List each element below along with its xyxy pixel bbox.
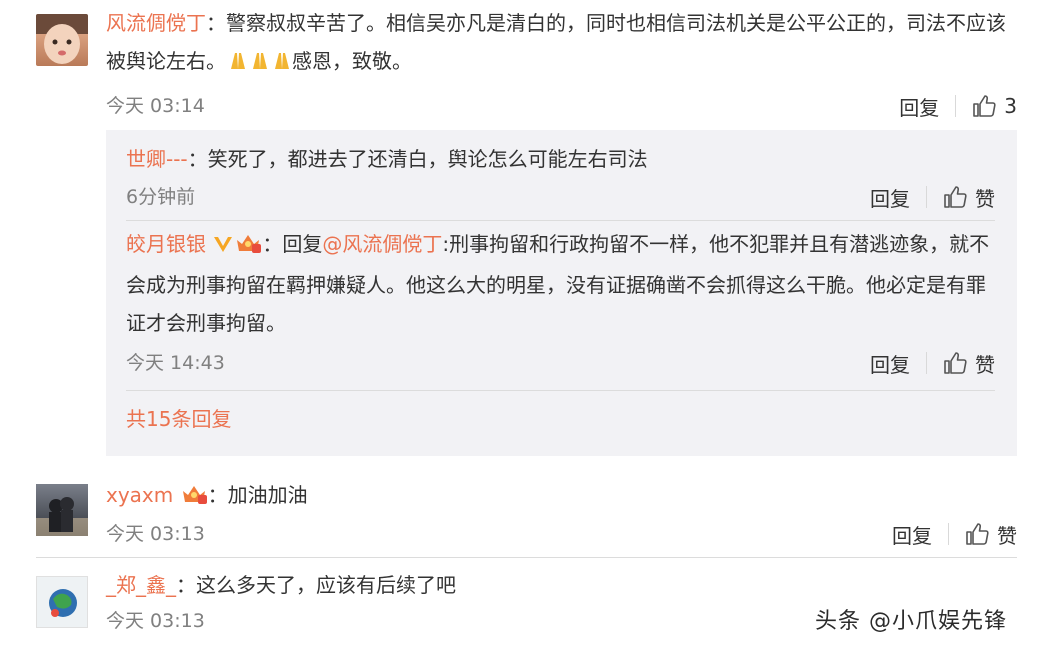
comment-text: xyaxm ：加油加油	[106, 476, 1017, 517]
pray-emoji-icon	[226, 45, 292, 83]
action-divider	[926, 186, 927, 208]
comment-divider	[36, 557, 1017, 558]
reply-prefix: ：回复	[262, 232, 323, 256]
verified-v-icon	[212, 228, 234, 266]
reply-item: 世卿---：笑死了，都进去了还清白，舆论怎么可能左右司法 6分钟前 回复 赞	[126, 130, 995, 212]
avatar[interactable]	[36, 576, 88, 628]
thumbs-up-icon	[944, 186, 967, 208]
reply-content: ：笑死了，都进去了还清白，舆论怎么可能左右司法	[187, 147, 648, 171]
mention-link[interactable]: @风流倜傥丁	[322, 232, 442, 256]
avatar[interactable]	[36, 14, 88, 66]
crown-badge-icon	[180, 479, 208, 517]
like-count: 3	[1004, 94, 1017, 118]
reply-thread: 世卿---：笑死了，都进去了还清白，舆论怎么可能左右司法 6分钟前 回复 赞 皎…	[106, 130, 1017, 456]
reply-button[interactable]: 回复	[892, 520, 932, 549]
comment-content: ：加油加油	[207, 483, 308, 507]
username-link[interactable]: 皎月银银	[126, 232, 206, 256]
username-link[interactable]: 世卿---	[126, 147, 188, 171]
avatar-globe-icon	[49, 589, 77, 617]
reply-actions: 回复 赞	[870, 348, 995, 378]
avatar-portrait-icon	[36, 14, 88, 64]
comment-text: 风流倜傥丁：警察叔叔辛苦了。相信吴亦凡是清白的，同时也相信司法机关是公平公正的，…	[106, 4, 1017, 83]
like-button[interactable]: 赞	[943, 349, 995, 378]
comment-content: ：这么多天了，应该有后续了吧	[176, 573, 456, 597]
reply-time: 今天 14:43	[126, 352, 225, 374]
action-divider	[955, 95, 957, 117]
reply-button[interactable]: 回复	[899, 92, 939, 121]
crown-badge-icon	[234, 228, 262, 266]
username-link[interactable]: _郑_鑫_	[106, 573, 176, 597]
thumbs-up-icon	[973, 95, 996, 117]
comment-time: 今天 03:13	[106, 610, 205, 632]
like-label: 赞	[975, 352, 995, 377]
reply-button[interactable]: 回复	[870, 183, 910, 212]
comment-actions: 回复 赞	[892, 519, 1017, 549]
reply-item: 皎月银银 ：回复@风流倜傥丁:刑事拘留和行政拘留不一样，他不犯罪并且有潜逃迹象，…	[126, 221, 995, 378]
thumbs-up-icon	[966, 523, 989, 545]
watermark: 头条 @小爪娱先锋	[815, 609, 1007, 634]
like-button[interactable]: 赞	[965, 520, 1017, 549]
like-label: 赞	[975, 186, 995, 211]
username-link[interactable]: 风流倜傥丁	[106, 11, 206, 35]
like-button[interactable]: 赞	[943, 183, 995, 212]
reply-actions: 回复 赞	[870, 182, 995, 212]
action-divider	[948, 523, 949, 545]
reply-text: 世卿---：笑死了，都进去了还清白，舆论怎么可能左右司法	[126, 140, 995, 178]
like-label: 赞	[997, 523, 1017, 548]
reply-button[interactable]: 回复	[870, 349, 910, 378]
view-all-replies-link[interactable]: 共15条回复	[126, 407, 231, 431]
like-button[interactable]: 3	[972, 94, 1017, 118]
comment-time: 今天 03:13	[106, 523, 205, 545]
avatar[interactable]	[36, 484, 88, 536]
comment-time: 今天 03:14	[106, 95, 205, 117]
thumbs-up-icon	[944, 352, 967, 374]
reply-text: 皎月银银 ：回复@风流倜傥丁:刑事拘留和行政拘留不一样，他不犯罪并且有潜逃迹象，…	[126, 225, 995, 342]
username-link[interactable]: xyaxm	[106, 483, 173, 507]
comment-actions: 回复 3	[899, 91, 1017, 121]
action-divider	[926, 352, 927, 374]
comment-text: _郑_鑫_：这么多天了，应该有后续了吧	[106, 566, 1017, 604]
reply-time: 6分钟前	[126, 186, 196, 208]
avatar-couple-icon	[36, 497, 88, 536]
comment-content-end: 感恩，致敬。	[292, 49, 412, 73]
